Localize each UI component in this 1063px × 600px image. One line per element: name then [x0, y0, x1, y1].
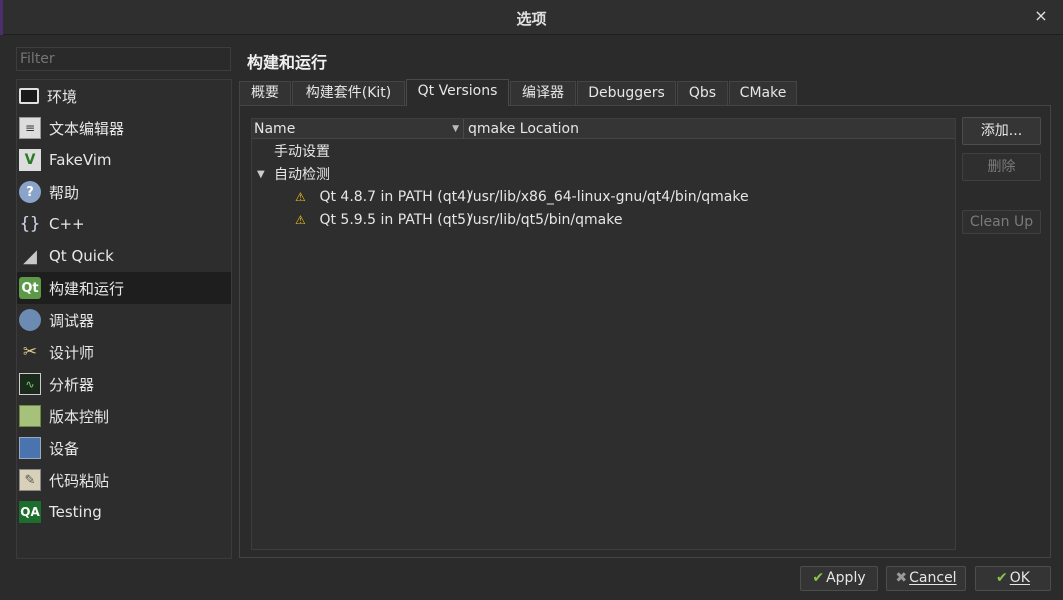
qt-versions-tree[interactable]: Name ▼ qmake Location 手动设置 ▼ 自动检测 ⚠ Qt 4… [251, 118, 956, 550]
qa-icon: QA [19, 501, 41, 523]
paper-plane-icon: ◢ [23, 245, 37, 267]
sidebar-item-build-run[interactable]: Qt 构建和运行 [17, 272, 231, 304]
braces-icon: {} [19, 214, 41, 234]
qt-versions-panel: Name ▼ qmake Location 手动设置 ▼ 自动检测 ⚠ Qt 4… [239, 105, 1051, 558]
cross-icon: ✖ [895, 570, 908, 586]
tree-group-label: 手动设置 [274, 144, 330, 160]
add-button[interactable]: 添加... [962, 117, 1041, 145]
qt-version-name: Qt 4.8.7 in PATH (qt4) [319, 189, 472, 205]
apply-button[interactable]: ✔ Apply [800, 566, 878, 591]
sidebar-item-label: 构建和运行 [49, 279, 125, 298]
sidebar-item-cpp[interactable]: {} C++ [17, 208, 231, 240]
checkmark-icon: ✔ [996, 570, 1008, 586]
sidebar-item-text-editor[interactable]: ≡ 文本编辑器 [17, 112, 231, 144]
device-icon [19, 437, 41, 459]
warning-icon: ⚠ [295, 213, 306, 227]
cleanup-button[interactable]: Clean Up [962, 210, 1041, 234]
title-bar: 选项 × [0, 0, 1063, 35]
sidebar-item-label: FakeVim [49, 151, 112, 169]
tree-group-auto[interactable]: ▼ 自动检测 [252, 164, 952, 186]
tab-overview[interactable]: 概要 [239, 81, 291, 105]
monitor-icon [19, 88, 39, 104]
sidebar-item-designer[interactable]: ✂ 设计师 [17, 336, 231, 368]
tree-row[interactable]: ⚠ Qt 4.8.7 in PATH (qt4) /usr/lib/x86_64… [295, 186, 945, 208]
sidebar-item-label: 设计师 [49, 343, 95, 362]
sidebar-item-label: 帮助 [49, 183, 80, 202]
tab-compilers[interactable]: 编译器 [510, 81, 576, 105]
clipboard-icon: ✎ [19, 469, 41, 491]
sidebar-item-label: 分析器 [49, 375, 95, 394]
sort-indicator-icon: ▼ [452, 124, 459, 134]
sidebar-item-label: 文本编辑器 [49, 119, 125, 138]
tab-debuggers[interactable]: Debuggers [577, 81, 676, 105]
cancel-label: Cancel [909, 570, 957, 586]
column-header-name[interactable]: Name ▼ [252, 119, 464, 139]
qmake-location: /usr/lib/x86_64-linux-gnu/qt4/bin/qmake [468, 189, 749, 205]
sidebar-item-fakevim[interactable]: V FakeVim [17, 144, 231, 176]
sidebar-item-debugger[interactable]: 调试器 [17, 304, 231, 336]
vim-icon: V [19, 149, 41, 171]
tree-row[interactable]: ⚠ Qt 5.9.5 in PATH (qt5) /usr/lib/qt5/bi… [295, 209, 945, 231]
designer-tools-icon: ✂ [22, 342, 38, 362]
tab-kits[interactable]: 构建套件(Kit) [292, 81, 405, 105]
sidebar-item-label: 代码粘贴 [49, 471, 110, 490]
text-document-icon: ≡ [19, 117, 41, 139]
sidebar-item-label: Testing [49, 503, 102, 521]
debugger-icon [19, 309, 41, 331]
sidebar-item-label: 调试器 [49, 311, 95, 330]
tree-header: Name ▼ qmake Location [252, 119, 955, 139]
tree-group-label: 自动检测 [274, 167, 330, 183]
qmake-location: /usr/lib/qt5/bin/qmake [468, 212, 623, 228]
sidebar-item-analyzer[interactable]: ∿ 分析器 [17, 368, 231, 400]
cancel-button[interactable]: ✖ Cancel [886, 566, 966, 591]
tree-group-manual[interactable]: 手动设置 [274, 141, 330, 163]
window-title: 选项 [516, 10, 547, 28]
expand-caret-icon[interactable]: ▼ [257, 164, 265, 186]
sidebar-item-label: Qt Quick [49, 247, 114, 265]
help-icon: ? [19, 181, 41, 203]
sidebar-item-devices[interactable]: 设备 [17, 432, 231, 464]
sidebar-item-label: 环境 [47, 87, 78, 106]
sidebar-item-label: 版本控制 [49, 407, 110, 426]
qt-build-icon: Qt [19, 277, 41, 299]
sidebar-item-code-paster[interactable]: ✎ 代码粘贴 [17, 464, 231, 496]
ok-label: OK [1009, 570, 1030, 586]
sidebar-item-environment[interactable]: 环境 [17, 80, 231, 112]
tab-qt-versions[interactable]: Qt Versions [406, 79, 509, 106]
sidebar-item-help[interactable]: ? 帮助 [17, 176, 231, 208]
ok-button[interactable]: ✔ OK [975, 566, 1051, 591]
sidebar-item-version-control[interactable]: 版本控制 [17, 400, 231, 432]
sidebar-item-label: C++ [49, 215, 85, 233]
remove-button[interactable]: 删除 [962, 153, 1041, 181]
sidebar: 环境 ≡ 文本编辑器 V FakeVim ? 帮助 {} C++ ◢ Qt Qu… [16, 79, 232, 559]
column-header-location[interactable]: qmake Location [466, 119, 579, 139]
checkmark-icon: ✔ [812, 570, 825, 586]
tab-qbs[interactable]: Qbs [677, 81, 728, 105]
apply-label: Apply [826, 570, 866, 586]
version-control-icon [19, 405, 41, 427]
page-title: 构建和运行 [247, 53, 328, 72]
qt-version-name: Qt 5.9.5 in PATH (qt5) [319, 212, 472, 228]
tab-cmake[interactable]: CMake [729, 81, 797, 105]
sidebar-item-qt-quick[interactable]: ◢ Qt Quick [17, 240, 231, 272]
close-icon[interactable]: × [1031, 6, 1051, 26]
column-header-name-label: Name [254, 121, 296, 137]
filter-input[interactable] [16, 47, 231, 71]
warning-icon: ⚠ [295, 190, 306, 204]
sidebar-item-testing[interactable]: QA Testing [17, 496, 231, 528]
sidebar-item-label: 设备 [49, 439, 80, 458]
analyzer-icon: ∿ [19, 373, 41, 395]
